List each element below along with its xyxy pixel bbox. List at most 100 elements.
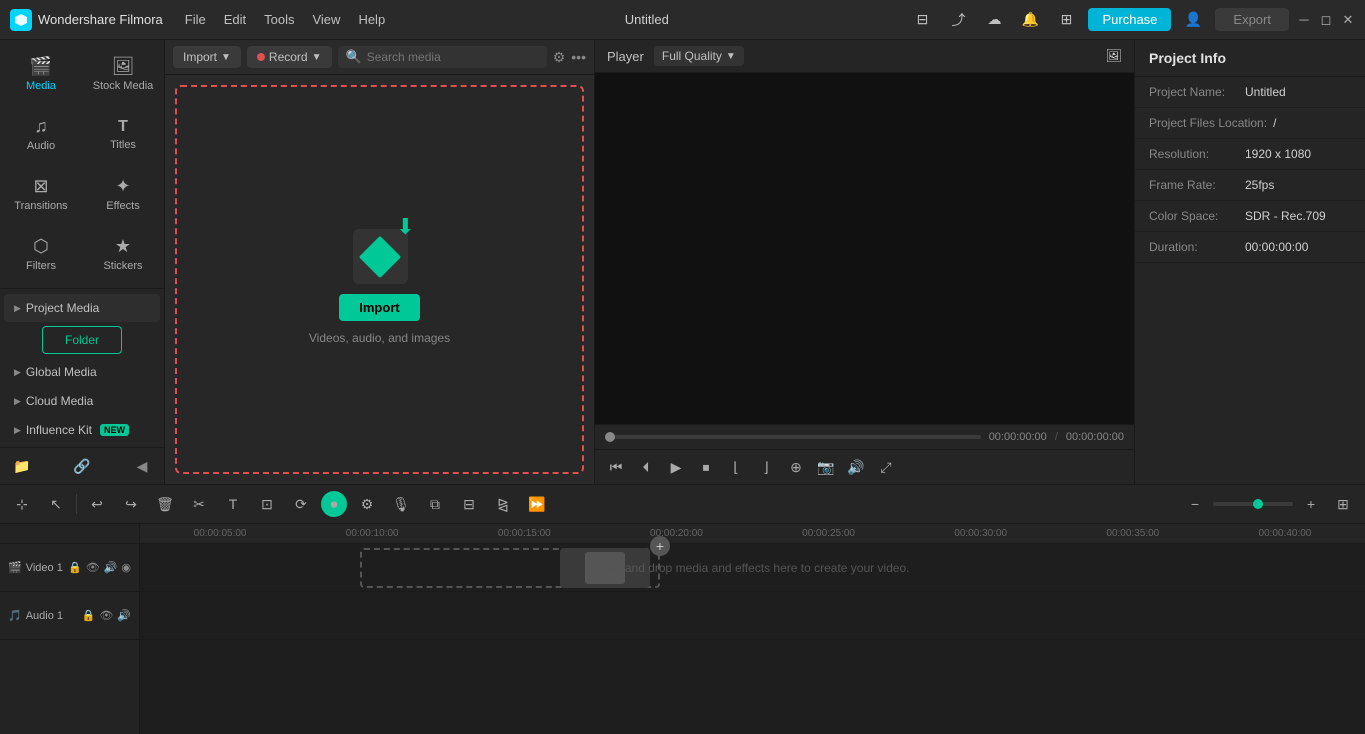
info-value-framerate: 25fps [1245,178,1274,192]
zoom-slider[interactable] [1213,502,1293,506]
tab-effects[interactable]: ✦ Effects [82,164,164,224]
collapse-sidebar-icon[interactable]: ◀ [130,454,154,478]
titlebar-minimize-icon[interactable]: ─ [1297,13,1311,27]
search-icon: 🔍 [346,49,362,65]
zoom-out-icon[interactable]: − [1181,490,1209,518]
account-icon[interactable]: 👤 [1179,6,1207,34]
sidebar-item-project-media[interactable]: ▶ Project Media [4,294,160,322]
ruler-mark-5: 00:00:25:00 [753,528,905,539]
media-toolbar: Import ▼ Record ▼ 🔍 ⚙ ••• [165,40,594,75]
volume-icon[interactable]: 🔊 [843,454,869,480]
record-button[interactable]: Record ▼ [247,46,332,68]
stop-icon[interactable]: ⏹ [693,454,719,480]
more-options-icon[interactable]: ••• [571,49,586,65]
timeline-settings-icon[interactable]: ⚙ [353,490,381,518]
sidebar-item-cloud-media[interactable]: ▶ Cloud Media [4,387,160,415]
timeline-crop-icon[interactable]: ⊡ [253,490,281,518]
timeline-undo-icon[interactable]: ↩ [83,490,111,518]
timeline-pointer-icon[interactable]: ↖ [42,490,70,518]
mark-out-icon[interactable]: ⌋ [753,454,779,480]
video-track[interactable]: + Drag and drop media and effects here t… [140,544,1365,592]
timeline-merge-icon[interactable]: ⧎ [489,490,517,518]
timeline-clip-icon[interactable]: ⧉ [421,490,449,518]
add-clip-button[interactable]: + [650,536,670,556]
folder-button[interactable]: Folder [42,326,122,354]
quality-selector[interactable]: Full Quality ▼ [654,46,744,66]
audio-track[interactable] [140,592,1365,640]
track-volume-icon[interactable]: 🔊 [104,561,118,574]
drop-import-button[interactable]: Import [339,294,419,321]
notification-icon[interactable]: 🔔 [1016,6,1044,34]
timeline-record-icon[interactable]: ⏺ [321,491,347,517]
tab-transitions[interactable]: ⊠ Transitions [0,164,82,224]
import-button[interactable]: Import ▼ [173,46,241,68]
record-dot-icon [257,53,265,61]
tab-titles[interactable]: T Titles [82,104,164,164]
sidebar-item-global-media[interactable]: ▶ Global Media [4,358,160,386]
track-eye-icon[interactable]: 👁 [86,561,100,574]
menu-tools[interactable]: Tools [264,12,294,27]
timeline-stabilize-icon[interactable]: ⟳ [287,490,315,518]
menu-help[interactable]: Help [358,12,385,27]
cloud-upload-icon[interactable]: ☁ [980,6,1008,34]
export-button[interactable]: Export [1215,8,1289,31]
tab-titles-label: Titles [110,139,136,151]
timeline-cut-icon[interactable]: ✂ [185,490,213,518]
timeline-speed-icon[interactable]: ⏩ [523,490,551,518]
menu-view[interactable]: View [312,12,340,27]
preview-photo-icon[interactable]: 🖼 [1105,48,1122,64]
sidebar-label-project-media: Project Media [26,301,99,315]
mark-in-icon[interactable]: ⌊ [723,454,749,480]
timeline-redo-icon[interactable]: ↪ [117,490,145,518]
timeline-select-icon[interactable]: ⊹ [8,490,36,518]
left-panel: 🎬 Media 🖼 Stock Media ♫ Audio T Titles ⊠… [0,40,165,484]
purchase-button[interactable]: Purchase [1088,8,1171,31]
tab-filters[interactable]: ⬡ Filters [0,224,82,284]
step-back-icon[interactable]: ⏴ [633,454,659,480]
track-visibility-icon[interactable]: ◉ [121,561,131,574]
audio-mute-icon[interactable]: 🔊 [117,609,131,622]
search-input[interactable] [367,50,539,64]
audio-lock-icon[interactable]: 🔒 [82,609,96,622]
timeline-split-icon[interactable]: ⊟ [455,490,483,518]
progress-bar[interactable] [605,435,981,439]
info-row-framerate: Frame Rate: 25fps [1135,170,1365,201]
titlebar-close-icon[interactable]: ✕ [1341,13,1355,27]
media-drop-zone[interactable]: ⬇ Import Videos, audio, and images [175,85,584,474]
stock-media-tab-icon: 🖼 [112,56,135,77]
timeline-grid-icon[interactable]: ⊞ [1329,490,1357,518]
play-icon[interactable]: ▶ [663,454,689,480]
timeline-delete-icon[interactable]: 🗑 [151,490,179,518]
menu-file[interactable]: File [185,12,206,27]
track-lock-icon[interactable]: 🔒 [68,561,82,574]
sidebar-label-global-media: Global Media [26,365,97,379]
fullscreen-icon[interactable]: ⤢ [873,454,899,480]
folder-link-icon[interactable]: 🔗 [70,454,94,478]
sidebar-item-influence-kit[interactable]: ▶ Influence Kit NEW [4,416,160,444]
sidebar-label-influence-kit: Influence Kit [26,423,92,437]
timeline-text-icon[interactable]: T [219,490,247,518]
tab-audio[interactable]: ♫ Audio [0,104,82,164]
folder-label: Folder [65,333,99,347]
filter-icon[interactable]: ⚙ [553,49,566,66]
add-to-timeline-icon[interactable]: ⊕ [783,454,809,480]
tab-stickers[interactable]: ★ Stickers [82,224,164,284]
menu-edit[interactable]: Edit [224,12,246,27]
zoom-in-icon[interactable]: + [1297,490,1325,518]
progress-thumb [605,432,615,442]
timeline-audio-icon[interactable]: 🎙 [387,490,415,518]
snapshot-icon[interactable]: 📷 [813,454,839,480]
arrow-icon: ▶ [14,303,21,314]
tab-stock-media[interactable]: 🖼 Stock Media [82,44,164,104]
titlebar-maximize-icon[interactable]: ◻ [1319,13,1333,27]
audio-eye-icon[interactable]: 👁 [99,609,113,622]
tab-media[interactable]: 🎬 Media [0,44,82,104]
timeline-content: 00:00:05:00 00:00:10:00 00:00:15:00 00:0… [140,524,1365,734]
minimize-window-icon[interactable]: ⊟ [908,6,936,34]
grid-icon[interactable]: ⊞ [1052,6,1080,34]
share-icon[interactable]: ⤴ [944,6,972,34]
time-current: 00:00:00:00 [989,431,1047,443]
add-folder-icon[interactable]: 📁 [10,454,34,478]
rewind-icon[interactable]: ⏮ [603,454,629,480]
main-area: 🎬 Media 🖼 Stock Media ♫ Audio T Titles ⊠… [0,40,1365,484]
